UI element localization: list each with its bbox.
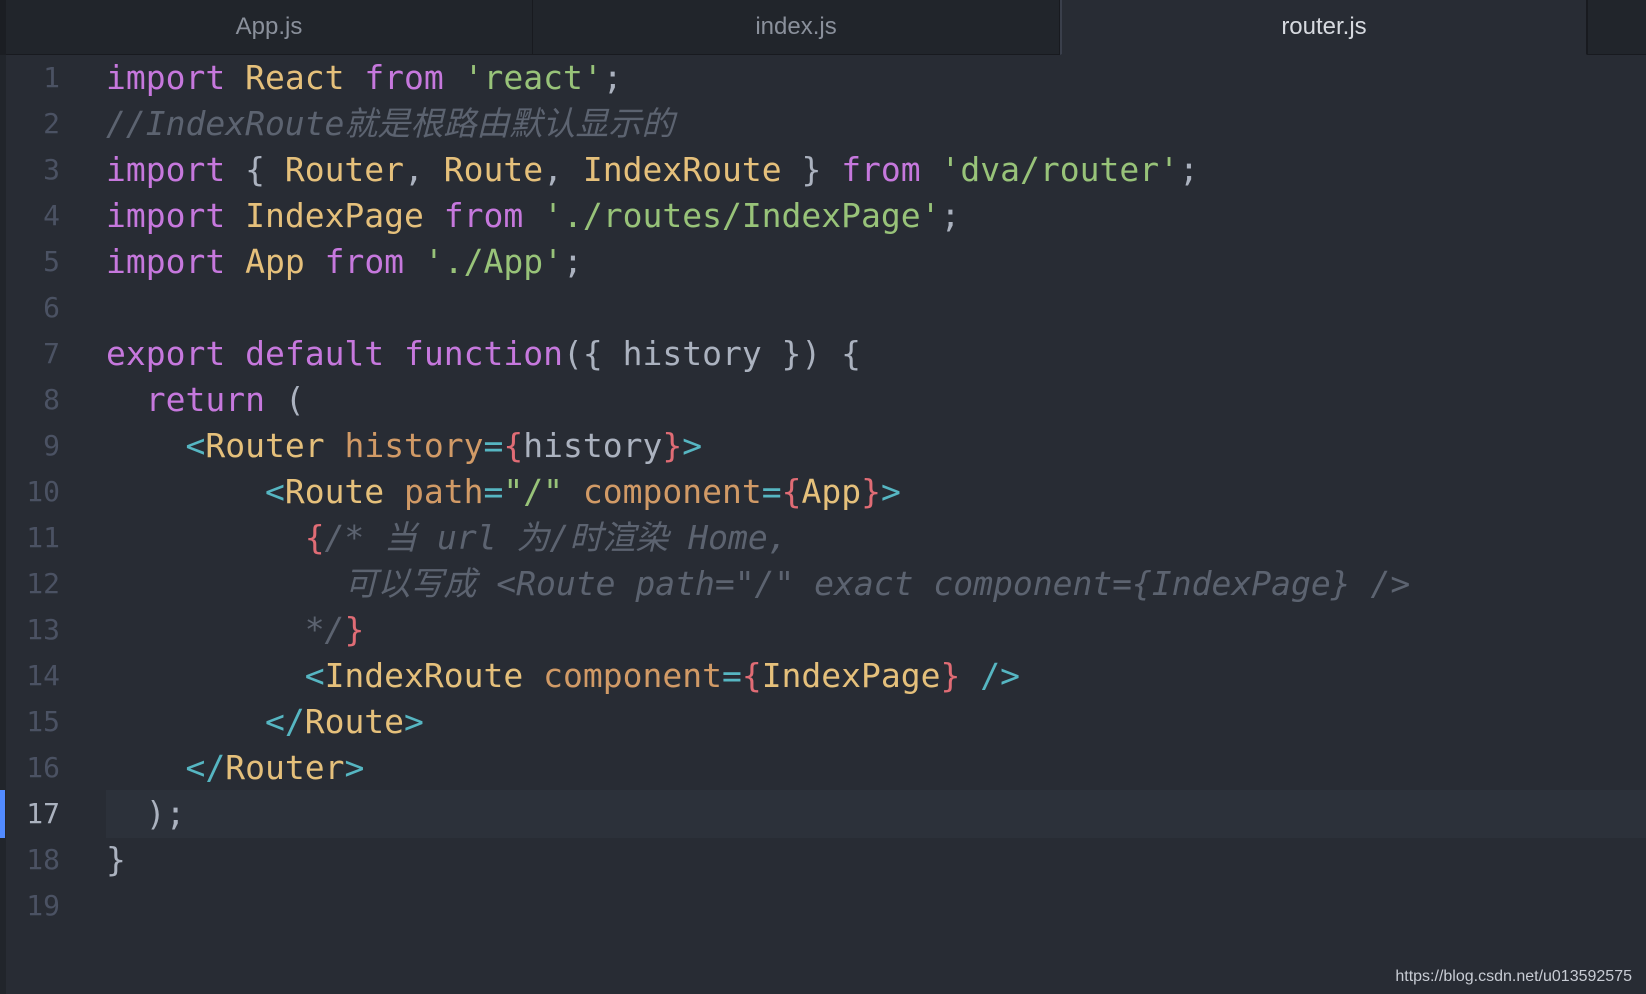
tab-bar-empty-area[interactable]: [1587, 0, 1646, 55]
watermark: https://blog.csdn.net/u013592575: [1395, 968, 1632, 985]
code-line[interactable]: 2 //IndexRoute就是根路由默认显示的: [0, 100, 1646, 148]
code-text: return (: [145, 380, 305, 419]
code-line[interactable]: 11 {/* 当 url 为/时渲染 Home,: [0, 514, 1646, 562]
line-number: 9: [43, 429, 60, 462]
code-line[interactable]: 13 */}: [0, 606, 1646, 654]
code-text: */}: [304, 610, 365, 649]
code-line[interactable]: 9 <Router history={history}>: [0, 422, 1646, 470]
code-line[interactable]: 5 import App from './App';: [0, 238, 1646, 286]
code-text: <Route path="/" component={App}>: [264, 472, 901, 511]
code-text: {/* 当 url 为/时渲染 Home,: [304, 518, 788, 557]
tab-bar: App.js index.js router.js: [0, 0, 1646, 55]
code-line[interactable]: 6: [0, 284, 1646, 332]
code-line[interactable]: 7 export default function({ history }) {: [0, 330, 1646, 378]
line-number: 10: [26, 475, 60, 508]
code-line[interactable]: 4 import IndexPage from './routes/IndexP…: [0, 192, 1646, 240]
code-text: );: [106, 794, 186, 833]
code-line[interactable]: 3 import { Router, Route, IndexRoute } f…: [0, 146, 1646, 194]
code-text: //IndexRoute就是根路由默认显示的: [106, 104, 675, 143]
code-text: </Route>: [264, 702, 424, 741]
code-line[interactable]: 8 return (: [0, 376, 1646, 424]
line-number: 6: [43, 291, 60, 324]
line-number: 3: [43, 153, 60, 186]
line-number: 19: [26, 889, 60, 922]
code-editor[interactable]: 1 import React from 'react'; 2 //IndexRo…: [0, 55, 1646, 994]
line-number: 4: [43, 199, 60, 232]
line-number: 15: [26, 705, 60, 738]
code-text: import App from './App';: [106, 242, 583, 281]
line-number: 16: [26, 751, 60, 784]
code-line[interactable]: 16 </Router>: [0, 744, 1646, 792]
code-text: <IndexRoute component={IndexPage} />: [304, 656, 1020, 695]
line-number: 1: [43, 61, 60, 94]
code-line[interactable]: 1 import React from 'react';: [0, 54, 1646, 102]
code-line[interactable]: 12 可以写成 <Route path="/" exact component=…: [0, 560, 1646, 608]
tab-index-js[interactable]: index.js: [533, 0, 1060, 55]
code-text: import React from 'react';: [106, 58, 623, 97]
code-line[interactable]: 14 <IndexRoute component={IndexPage} />: [0, 652, 1646, 700]
code-text: export default function({ history }) {: [106, 334, 862, 373]
line-number: 7: [43, 337, 60, 370]
line-number: 18: [26, 843, 60, 876]
line-number: 13: [26, 613, 60, 646]
code-line[interactable]: 15 </Route>: [0, 698, 1646, 746]
tab-router-js[interactable]: router.js: [1060, 0, 1587, 55]
line-number: 2: [43, 107, 60, 140]
line-number: 11: [26, 521, 60, 554]
code-text: <Router history={history}>: [185, 426, 703, 465]
line-number: 14: [26, 659, 60, 692]
line-number: 5: [43, 245, 60, 278]
code-line[interactable]: 10 <Route path="/" component={App}>: [0, 468, 1646, 516]
code-text: 可以写成 <Route path="/" exact component={In…: [106, 564, 1411, 603]
line-number: 12: [26, 567, 60, 600]
code-text: }: [106, 840, 126, 879]
code-line[interactable]: 19: [0, 882, 1646, 930]
code-text: import IndexPage from './routes/IndexPag…: [106, 196, 961, 235]
line-number: 17: [26, 797, 60, 830]
tab-app-js[interactable]: App.js: [6, 0, 533, 55]
line-number: 8: [43, 383, 60, 416]
code-text: </Router>: [185, 748, 365, 787]
code-line-active[interactable]: 17 );: [0, 790, 1646, 838]
code-text: import { Router, Route, IndexRoute } fro…: [106, 150, 1199, 189]
code-line[interactable]: 18 }: [0, 836, 1646, 884]
